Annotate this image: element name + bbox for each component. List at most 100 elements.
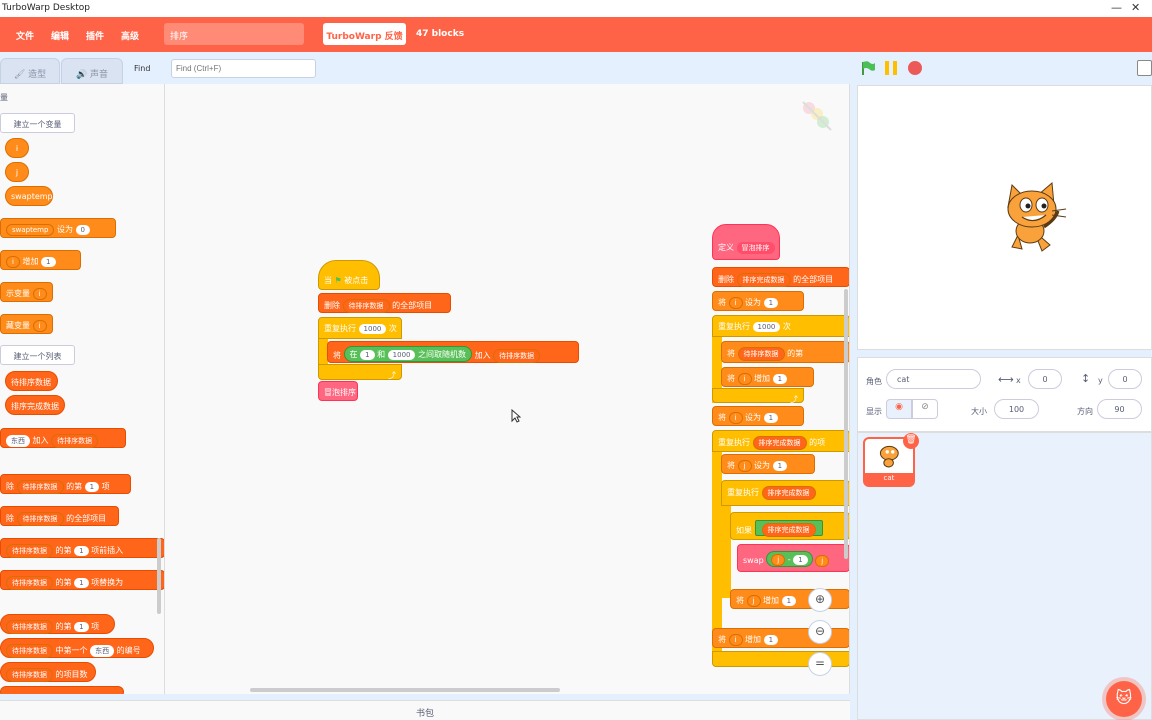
repeat-inner-block[interactable]: 重复执行 排序完成数据: [721, 480, 849, 506]
define-block[interactable]: 定义 冒泡排序: [712, 224, 780, 260]
stage[interactable]: [857, 85, 1152, 350]
show-variable-block[interactable]: 示变量 i: [0, 282, 53, 302]
item-index-input[interactable]: 1: [74, 622, 89, 632]
inner-list-dropdown[interactable]: 待排序数据: [737, 347, 785, 361]
project-name-input[interactable]: 排序: [164, 23, 304, 45]
menu-file[interactable]: 文件: [16, 29, 34, 42]
repeat3-list-dropdown[interactable]: 排序完成数据: [761, 486, 816, 500]
set-i-block[interactable]: 将 i 设为 1: [712, 291, 804, 311]
zoom-reset-icon[interactable]: =: [808, 652, 832, 676]
list1-reporter[interactable]: 待排序数据: [5, 371, 58, 391]
call-bubble-sort-block[interactable]: 冒泡排序: [318, 381, 358, 401]
change-i-var-dropdown[interactable]: i: [728, 634, 743, 646]
change-variable-block[interactable]: i 增加 1: [0, 250, 81, 270]
hide-variable-dropdown[interactable]: i: [32, 320, 47, 332]
set-j-block[interactable]: 将 j 设为 1: [721, 454, 815, 474]
set-value-input[interactable]: 0: [75, 225, 90, 235]
add-random-to-list-block[interactable]: 将 在 1 和 1000 之间取随机数 加入 待排序数据: [327, 341, 579, 363]
close-button[interactable]: ✕: [1131, 1, 1140, 14]
repeat-count-input[interactable]: 1000: [358, 324, 387, 334]
zoom-out-icon[interactable]: ⊖: [808, 620, 832, 644]
var-swaptemp-reporter[interactable]: swaptemp: [5, 186, 53, 206]
set-variable-dropdown[interactable]: swaptemp: [6, 224, 55, 236]
menu-addons[interactable]: 插件: [86, 29, 104, 42]
cat-sprite-icon[interactable]: [998, 181, 1070, 260]
repeat-count-input[interactable]: 1000: [752, 322, 781, 332]
set2-value-input[interactable]: 1: [763, 413, 779, 423]
script-workspace[interactable]: 当 ⚑ 被点击 删除 待排序数据 的全部项目 重复执行 1000 次 将 在 1…: [165, 84, 850, 694]
when-flag-clicked-hat[interactable]: 当 ⚑ 被点击: [318, 260, 380, 290]
delete-list-dropdown[interactable]: 排序完成数据: [736, 273, 791, 287]
delete-of-list-block[interactable]: 除 待排序数据 的第 1 项: [0, 474, 131, 494]
direction-input[interactable]: 90: [1097, 399, 1142, 419]
delete-all-list-dropdown[interactable]: 待排序数据: [16, 512, 64, 526]
change-value-input[interactable]: 1: [41, 257, 56, 267]
set3-value-input[interactable]: 1: [772, 461, 788, 471]
change-j-block[interactable]: 将 j 增加 1: [730, 589, 849, 609]
delete-all-block[interactable]: 删除 待排序数据 的全部项目: [318, 293, 451, 313]
menu-advanced[interactable]: 高级: [121, 29, 139, 42]
green-flag-icon[interactable]: [860, 60, 876, 76]
if-list-dropdown[interactable]: 排序完成数据: [761, 523, 816, 537]
set3-var-dropdown[interactable]: j: [737, 460, 752, 472]
minus-reporter[interactable]: j - 1: [766, 551, 813, 567]
repeat-block[interactable]: 重复执行 1000 次: [318, 317, 402, 339]
feedback-button[interactable]: TurboWarp 反馈: [323, 23, 406, 45]
add-sprite-icon[interactable]: 🐱: [1106, 681, 1142, 717]
replace-list-dropdown[interactable]: 待排序数据: [6, 576, 53, 590]
change-var-dropdown[interactable]: i: [737, 373, 752, 385]
swap-b-input[interactable]: 1: [793, 555, 808, 565]
zoom-in-icon[interactable]: ⊕: [808, 588, 832, 612]
workspace-hscroll[interactable]: [250, 688, 560, 692]
random-to-input[interactable]: 1000: [387, 350, 416, 360]
show-variable-dropdown[interactable]: i: [32, 288, 47, 300]
add-list-dropdown[interactable]: 待排序数据: [493, 349, 541, 363]
change-i-value-input[interactable]: 1: [763, 635, 779, 645]
random-from-input[interactable]: 1: [360, 350, 375, 360]
replace-list-block[interactable]: 待排序数据 的第 1 项替换为: [0, 570, 164, 590]
change-value-input[interactable]: 1: [772, 374, 788, 384]
change-i-inner-block[interactable]: 将 i 增加 1: [721, 367, 814, 387]
inner-set-block[interactable]: 将 待排序数据 的第: [721, 341, 849, 363]
minimize-button[interactable]: —: [1111, 1, 1122, 14]
if-block[interactable]: 如果 排序完成数据: [730, 512, 849, 540]
insert-list-dropdown[interactable]: 待排序数据: [6, 544, 53, 558]
swap-c-reporter[interactable]: j: [815, 555, 830, 567]
change-j-var-dropdown[interactable]: j: [746, 595, 761, 607]
replace-index-input[interactable]: 1: [74, 578, 89, 588]
swap-block[interactable]: swap j - 1 j: [737, 544, 849, 572]
item-of-list-reporter[interactable]: 待排序数据 的第 1 项: [0, 614, 115, 634]
change-j-value-input[interactable]: 1: [781, 596, 797, 606]
delete-all-list-block[interactable]: 除 待排序数据 的全部项目: [0, 506, 119, 526]
delete-all-list-dropdown[interactable]: 待排序数据: [342, 299, 390, 313]
tab-costumes[interactable]: 🖌 造型: [0, 58, 60, 84]
y-input[interactable]: 0: [1108, 369, 1142, 389]
delete-all-sorted-block[interactable]: 删除 排序完成数据 的全部项目: [712, 267, 849, 287]
repeat-outer-block[interactable]: 重复执行 1000 次: [712, 315, 849, 337]
delete-index-input[interactable]: 1: [84, 482, 100, 492]
add-to-list-block[interactable]: 东西 加入 待排序数据: [0, 428, 126, 448]
backpack-bar[interactable]: 书包: [0, 700, 850, 720]
stage-layout-icon[interactable]: [1137, 60, 1152, 76]
list2-reporter[interactable]: 排序完成数据: [5, 395, 65, 415]
if-condition[interactable]: 排序完成数据: [754, 520, 823, 537]
x-input[interactable]: 0: [1028, 369, 1062, 389]
contains-list-reporter[interactable]: [0, 686, 124, 694]
hide-eye-icon[interactable]: ⊘: [912, 399, 938, 419]
item-list-dropdown[interactable]: 待排序数据: [6, 620, 53, 634]
find-input[interactable]: [171, 59, 316, 78]
sprite-name-input[interactable]: cat: [886, 369, 981, 389]
set-i-again-block[interactable]: 将 i 设为 1: [712, 406, 804, 426]
set-variable-block[interactable]: swaptemp 设为 0: [0, 218, 116, 238]
random-reporter[interactable]: 在 1 和 1000 之间取随机数: [343, 346, 473, 362]
size-input[interactable]: 100: [994, 399, 1039, 419]
add-list-dropdown[interactable]: 待排序数据: [51, 434, 99, 448]
set2-var-dropdown[interactable]: i: [728, 412, 743, 424]
stop-icon[interactable]: [907, 60, 923, 76]
set-value-input[interactable]: 1: [763, 298, 779, 308]
insert-list-block[interactable]: 待排序数据 的第 1 项前插入: [0, 538, 164, 558]
hide-variable-block[interactable]: 藏变量 i: [0, 314, 53, 334]
insert-index-input[interactable]: 1: [74, 546, 89, 556]
palette-scrollbar[interactable]: [157, 538, 161, 614]
repeat2-list-dropdown[interactable]: 排序完成数据: [752, 436, 807, 450]
